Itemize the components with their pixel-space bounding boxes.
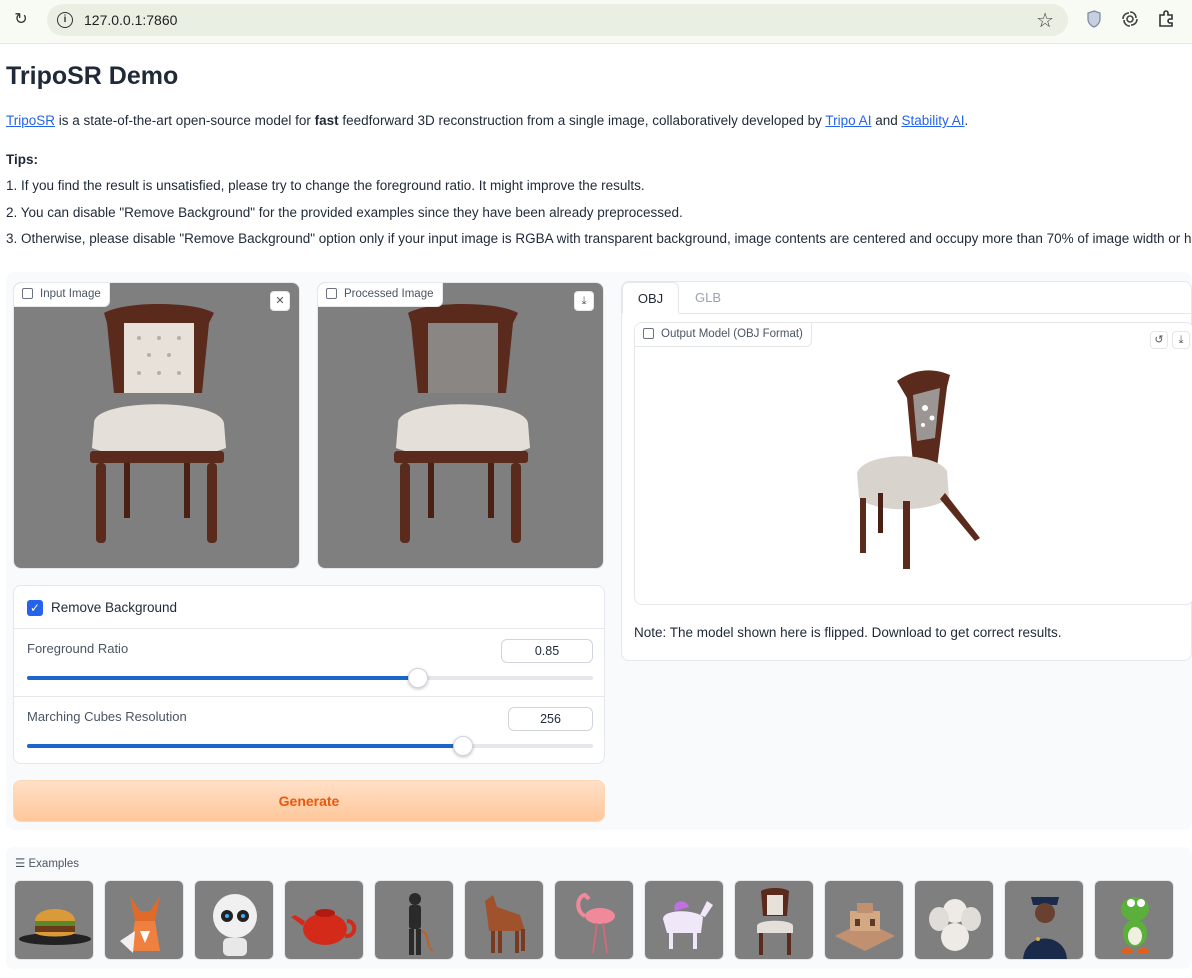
desc-text: feedforward 3D reconstruction from a sin… bbox=[338, 113, 826, 128]
image-icon bbox=[326, 288, 337, 299]
tips-title: Tips: bbox=[6, 152, 39, 167]
example-cherub[interactable] bbox=[914, 880, 994, 960]
remove-background-checkbox[interactable]: ✓ bbox=[27, 600, 43, 616]
mc-resolution-slider[interactable] bbox=[27, 736, 593, 756]
reload-icon[interactable]: ↻ bbox=[11, 10, 31, 30]
slider-thumb[interactable] bbox=[407, 668, 428, 688]
example-house[interactable] bbox=[824, 880, 904, 960]
output-note: Note: The model shown here is flipped. D… bbox=[634, 625, 1062, 640]
puzzle-extension-icon[interactable] bbox=[1156, 10, 1176, 30]
generate-button[interactable]: Generate bbox=[13, 780, 605, 822]
star-icon[interactable]: ☆ bbox=[1036, 8, 1054, 33]
example-flamingo[interactable] bbox=[554, 880, 634, 960]
example-police-officer[interactable] bbox=[1004, 880, 1084, 960]
example-teapot[interactable] bbox=[284, 880, 364, 960]
chair-image bbox=[90, 304, 226, 543]
output-panel: OBJ GLB Output Model (OBJ Format) ↺ ⤓ No… bbox=[621, 281, 1192, 661]
examples-label-text: Examples bbox=[28, 858, 80, 870]
example-hamburger[interactable] bbox=[14, 880, 94, 960]
download-icon[interactable]: ⤓ bbox=[574, 291, 594, 311]
shield-extension-icon[interactable] bbox=[1084, 10, 1104, 30]
processed-chair-image bbox=[394, 304, 530, 543]
controls-panel: ✓ Remove Background Foreground Ratio 0.8… bbox=[13, 585, 605, 764]
url-text[interactable]: 127.0.0.1:7860 bbox=[84, 12, 177, 28]
download-icon[interactable]: ⤓ bbox=[1172, 331, 1190, 349]
foreground-ratio-slider[interactable] bbox=[27, 668, 593, 688]
model-viewer[interactable]: Output Model (OBJ Format) ↺ ⤓ bbox=[634, 322, 1192, 605]
address-bar[interactable]: i 127.0.0.1:7860 ☆ bbox=[47, 4, 1068, 36]
input-image-label: Input Image bbox=[14, 283, 110, 307]
example-fox[interactable] bbox=[104, 880, 184, 960]
description: TripoSR is a state-of-the-art open-sourc… bbox=[6, 113, 968, 128]
divider bbox=[14, 628, 604, 629]
info-icon[interactable]: i bbox=[57, 12, 73, 28]
desc-bold: fast bbox=[314, 113, 339, 128]
desc-text: . bbox=[964, 113, 969, 128]
example-yoshi[interactable] bbox=[1094, 880, 1174, 960]
chair-3d-model bbox=[857, 370, 980, 569]
slider-fill bbox=[27, 676, 418, 680]
processed-image-panel: Processed Image ⤓ bbox=[317, 282, 604, 569]
model-label-text: Output Model (OBJ Format) bbox=[661, 328, 803, 340]
tip-item: 1. If you find the result is unsatisfied… bbox=[6, 178, 645, 193]
processed-image-label-text: Processed Image bbox=[344, 288, 434, 300]
remove-background-label[interactable]: Remove Background bbox=[51, 600, 177, 615]
processed-image-label: Processed Image bbox=[318, 283, 443, 307]
example-robot[interactable] bbox=[194, 880, 274, 960]
example-horse[interactable] bbox=[464, 880, 544, 960]
image-icon bbox=[22, 288, 33, 299]
swirl-extension-icon[interactable] bbox=[1120, 10, 1140, 30]
tip-item: 2. You can disable "Remove Background" f… bbox=[6, 205, 683, 220]
tabs-bar: OBJ GLB bbox=[622, 282, 1191, 314]
desc-text: is a state-of-the-art open-source model … bbox=[55, 113, 315, 128]
input-image-label-text: Input Image bbox=[40, 288, 101, 300]
page-title: TripoSR Demo bbox=[6, 62, 179, 90]
model-label: Output Model (OBJ Format) bbox=[635, 323, 812, 347]
browser-toolbar: ↻ i 127.0.0.1:7860 ☆ bbox=[0, 0, 1192, 44]
divider bbox=[14, 696, 604, 697]
example-catwoman[interactable] bbox=[374, 880, 454, 960]
reset-view-icon[interactable]: ↺ bbox=[1150, 331, 1168, 349]
file-icon bbox=[643, 328, 654, 339]
example-unicorn[interactable] bbox=[644, 880, 724, 960]
tripo-ai-link[interactable]: Tripo AI bbox=[825, 113, 871, 128]
foreground-ratio-label: Foreground Ratio bbox=[27, 641, 129, 656]
tab-obj[interactable]: OBJ bbox=[622, 282, 679, 314]
examples-label: ☰ Examples bbox=[15, 856, 79, 870]
list-icon: ☰ bbox=[15, 858, 29, 870]
triposr-link[interactable]: TripoSR bbox=[6, 113, 55, 128]
tip-item: 3. Otherwise, please disable "Remove Bac… bbox=[6, 231, 1192, 246]
foreground-ratio-input[interactable]: 0.85 bbox=[501, 639, 593, 663]
desc-text: and bbox=[871, 113, 902, 128]
input-image-panel[interactable]: Input Image ✕ bbox=[13, 282, 300, 569]
tab-glb[interactable]: GLB bbox=[679, 282, 737, 314]
example-chair[interactable] bbox=[734, 880, 814, 960]
slider-fill bbox=[27, 744, 463, 748]
slider-thumb[interactable] bbox=[452, 736, 473, 756]
examples-section: ☰ Examples bbox=[6, 847, 1192, 969]
mc-resolution-input[interactable]: 256 bbox=[508, 707, 593, 731]
mc-resolution-label: Marching Cubes Resolution bbox=[27, 709, 187, 724]
stability-ai-link[interactable]: Stability AI bbox=[901, 113, 964, 128]
close-icon[interactable]: ✕ bbox=[270, 291, 290, 311]
